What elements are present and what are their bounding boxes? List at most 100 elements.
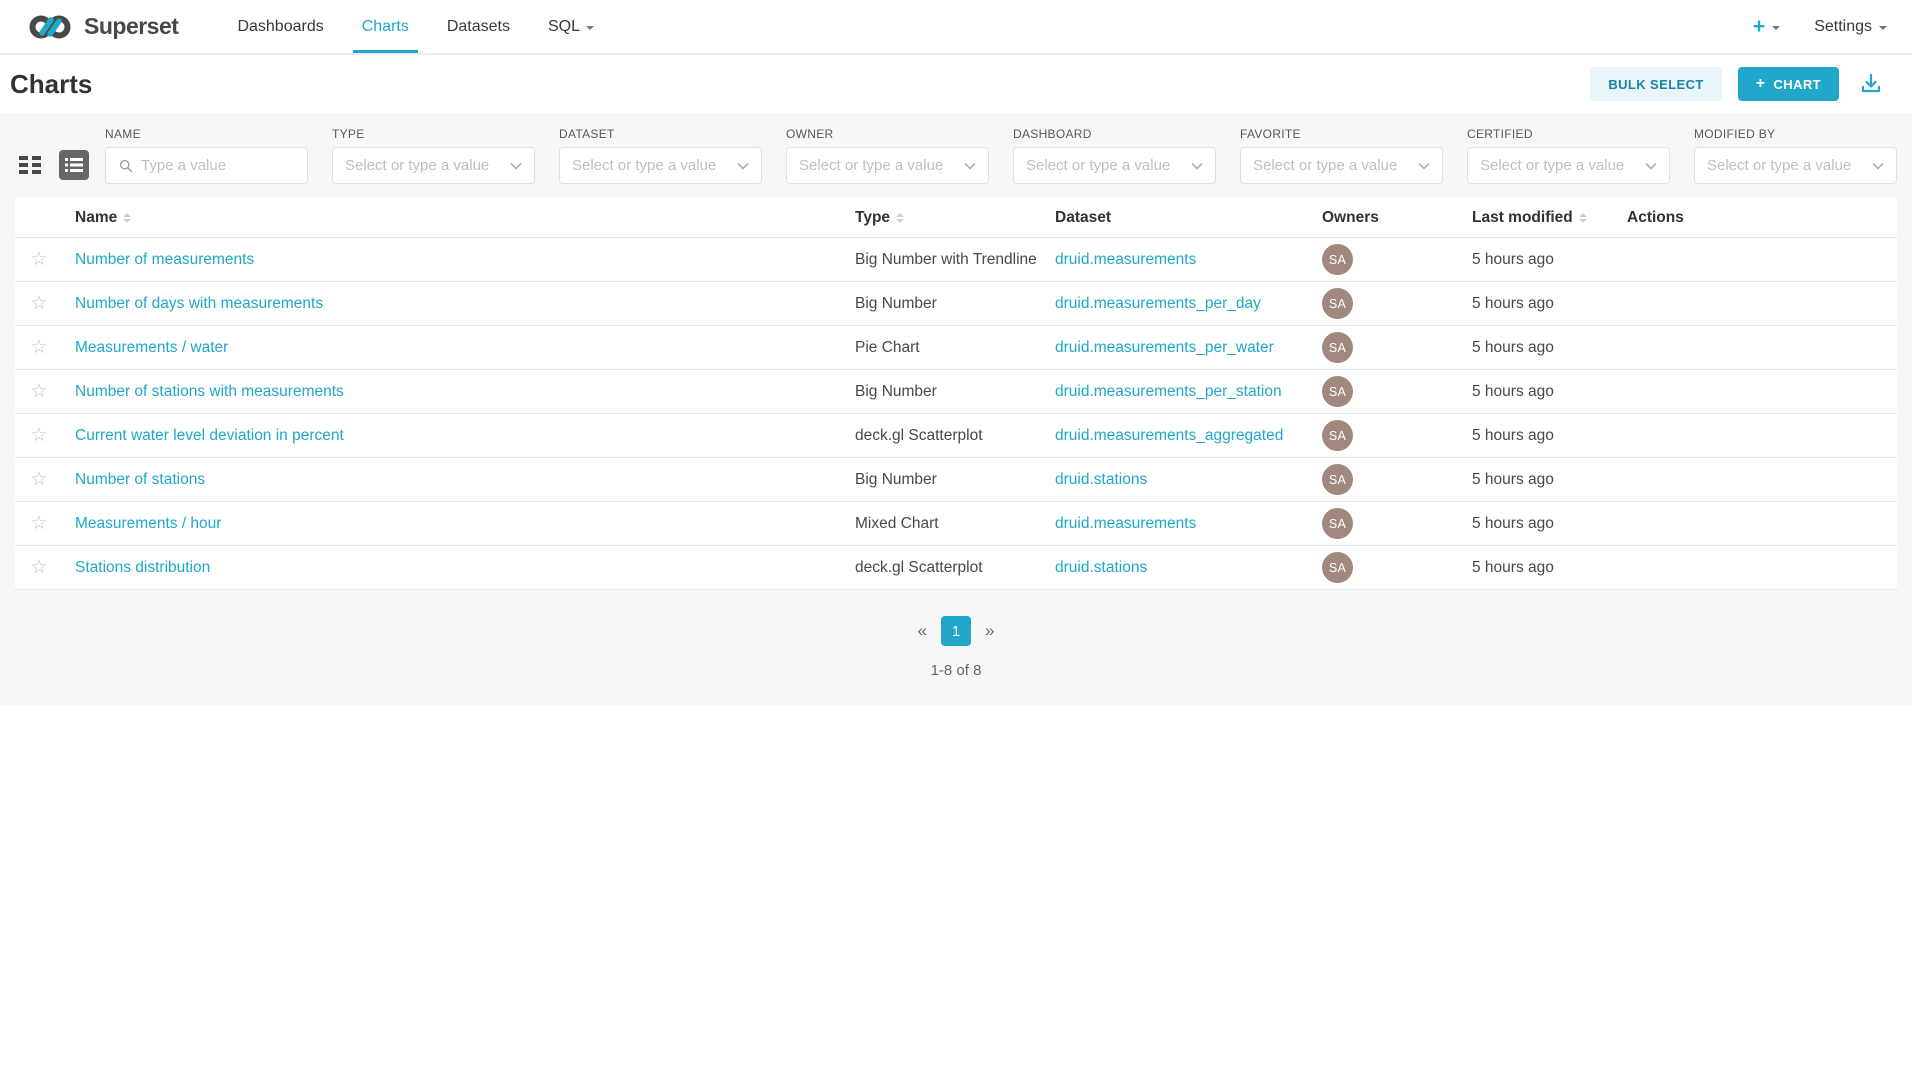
nav-item-label: Datasets: [447, 18, 510, 36]
pagination-next-button[interactable]: »: [985, 621, 994, 641]
dataset-link[interactable]: druid.measurements_per_station: [1055, 383, 1282, 401]
table-head: NameTypeDatasetOwnersLast modifiedAction…: [15, 198, 1897, 238]
column-header-last-modified[interactable]: Last modified: [1472, 209, 1627, 227]
nav-item-dashboards[interactable]: Dashboards: [228, 0, 332, 53]
select-placeholder: Select or type a value: [345, 157, 489, 174]
column-header-owners: Owners: [1322, 209, 1472, 227]
type-cell: Big Number: [855, 295, 1055, 313]
nav-item-datasets[interactable]: Datasets: [438, 0, 519, 53]
sort-up-icon: [896, 213, 904, 217]
column-header-type[interactable]: Type: [855, 209, 1055, 227]
name-cell: Measurements / hour: [63, 515, 855, 533]
favorite-cell: ☆: [15, 558, 63, 577]
name-cell: Measurements / water: [63, 339, 855, 357]
chart-name-link[interactable]: Stations distribution: [75, 559, 210, 577]
dataset-link[interactable]: druid.stations: [1055, 471, 1147, 489]
owners-cell: SA: [1322, 376, 1472, 407]
last-modified-cell: 5 hours ago: [1472, 427, 1627, 445]
bulk-select-button[interactable]: BULK SELECT: [1590, 67, 1721, 101]
chart-name-link[interactable]: Number of stations with measurements: [75, 383, 344, 401]
dataset-link[interactable]: druid.stations: [1055, 559, 1147, 577]
modified-by-filter-select[interactable]: Select or type a value: [1694, 147, 1897, 184]
chart-type: Big Number with Trendline: [855, 251, 1037, 269]
settings-label: Settings: [1814, 18, 1872, 36]
chart-name-link[interactable]: Current water level deviation in percent: [75, 427, 344, 445]
header-actions: BULK SELECT + CHART: [1590, 67, 1887, 101]
type-filter-select[interactable]: Select or type a value: [332, 147, 535, 184]
nav-item-label: Charts: [362, 18, 409, 36]
dataset-link[interactable]: druid.measurements_aggregated: [1055, 427, 1283, 445]
type-cell: Big Number with Trendline: [855, 251, 1055, 269]
favorite-star-icon[interactable]: ☆: [30, 250, 47, 269]
favorite-star-icon[interactable]: ☆: [30, 426, 47, 445]
new-item-menu[interactable]: +: [1753, 16, 1780, 37]
owner-filter-select[interactable]: Select or type a value: [786, 147, 989, 184]
column-header-name[interactable]: Name: [63, 209, 855, 227]
settings-menu[interactable]: Settings: [1814, 18, 1887, 36]
download-icon: [1859, 72, 1883, 96]
favorite-star-icon[interactable]: ☆: [30, 470, 47, 489]
filter-modified-by: MODIFIED BY Select or type a value: [1694, 127, 1897, 184]
nav-item-sql[interactable]: SQL: [539, 0, 603, 53]
filter-label: FAVORITE: [1240, 127, 1443, 141]
name-cell: Number of stations with measurements: [63, 383, 855, 401]
last-modified-cell: 5 hours ago: [1472, 471, 1627, 489]
pagination-prev-button[interactable]: «: [918, 621, 927, 641]
last-modified-cell: 5 hours ago: [1472, 515, 1627, 533]
filter-dashboard: DASHBOARD Select or type a value: [1013, 127, 1216, 184]
chart-name-link[interactable]: Number of measurements: [75, 251, 254, 269]
dataset-filter-select[interactable]: Select or type a value: [559, 147, 762, 184]
last-modified-cell: 5 hours ago: [1472, 383, 1627, 401]
dataset-link[interactable]: druid.measurements: [1055, 515, 1196, 533]
filter-label: DASHBOARD: [1013, 127, 1216, 141]
favorite-star-icon[interactable]: ☆: [30, 338, 47, 357]
table-body: ☆ Number of measurements Big Number with T…: [15, 238, 1897, 590]
nav-item-charts[interactable]: Charts: [353, 0, 418, 53]
column-label: Type: [855, 209, 890, 227]
filter-certified: CERTIFIED Select or type a value: [1467, 127, 1670, 184]
chevron-down-icon: [1191, 162, 1203, 170]
favorite-filter-select[interactable]: Select or type a value: [1240, 147, 1443, 184]
list-view-button[interactable]: [59, 150, 89, 180]
chart-name-link[interactable]: Measurements / water: [75, 339, 228, 357]
chart-type: Big Number: [855, 295, 937, 313]
chart-name-link[interactable]: Number of stations: [75, 471, 205, 489]
dashboard-filter-select[interactable]: Select or type a value: [1013, 147, 1216, 184]
table-row: ☆ Measurements / water Pie Chart druid.meas…: [15, 326, 1897, 370]
select-placeholder: Select or type a value: [1707, 157, 1851, 174]
new-chart-button[interactable]: + CHART: [1738, 67, 1839, 101]
last-modified-cell: 5 hours ago: [1472, 339, 1627, 357]
bulk-select-label: BULK SELECT: [1608, 77, 1703, 92]
table-row: ☆Number of stations with measurementsBig…: [15, 370, 1897, 414]
name-cell: Number of measurements: [63, 251, 855, 269]
certified-filter-select[interactable]: Select or type a value: [1467, 147, 1670, 184]
table-header-row: NameTypeDatasetOwnersLast modifiedAction…: [15, 198, 1897, 238]
favorite-cell: ☆: [15, 294, 63, 313]
owners-cell: SA: [1322, 552, 1472, 583]
export-button[interactable]: [1855, 68, 1887, 100]
filter-favorite: FAVORITE Select or type a value: [1240, 127, 1443, 184]
chart-name-link[interactable]: Measurements / hour: [75, 515, 221, 533]
card-view-button[interactable]: [15, 150, 45, 180]
chart-name-link[interactable]: Number of days with measurements: [75, 295, 323, 313]
chart-type: Pie Chart: [855, 339, 920, 357]
dataset-link[interactable]: druid.measurements: [1055, 251, 1196, 269]
owner-avatar: SA: [1322, 288, 1353, 319]
favorite-star-icon[interactable]: ☆: [30, 382, 47, 401]
favorite-star-icon[interactable]: ☆: [30, 294, 47, 313]
dataset-link[interactable]: druid.measurements_per_day: [1055, 295, 1261, 313]
dataset-link[interactable]: druid.measurements_per_water: [1055, 339, 1274, 357]
type-cell: Pie Chart: [855, 339, 1055, 357]
favorite-star-icon[interactable]: ☆: [30, 514, 47, 533]
table-row: ☆ Number of days with measurements Big Num…: [15, 282, 1897, 326]
favorite-star-icon[interactable]: ☆: [30, 558, 47, 577]
sort-down-icon: [1579, 219, 1587, 223]
superset-brand[interactable]: Superset: [28, 0, 178, 53]
select-placeholder: Select or type a value: [799, 157, 943, 174]
last-modified-text: 5 hours ago: [1472, 295, 1554, 313]
name-filter-input[interactable]: [141, 157, 295, 174]
last-modified-text: 5 hours ago: [1472, 251, 1554, 269]
owner-avatar: SA: [1322, 244, 1353, 275]
chevron-down-icon: [586, 26, 594, 30]
pagination-page-1[interactable]: 1: [941, 616, 971, 646]
